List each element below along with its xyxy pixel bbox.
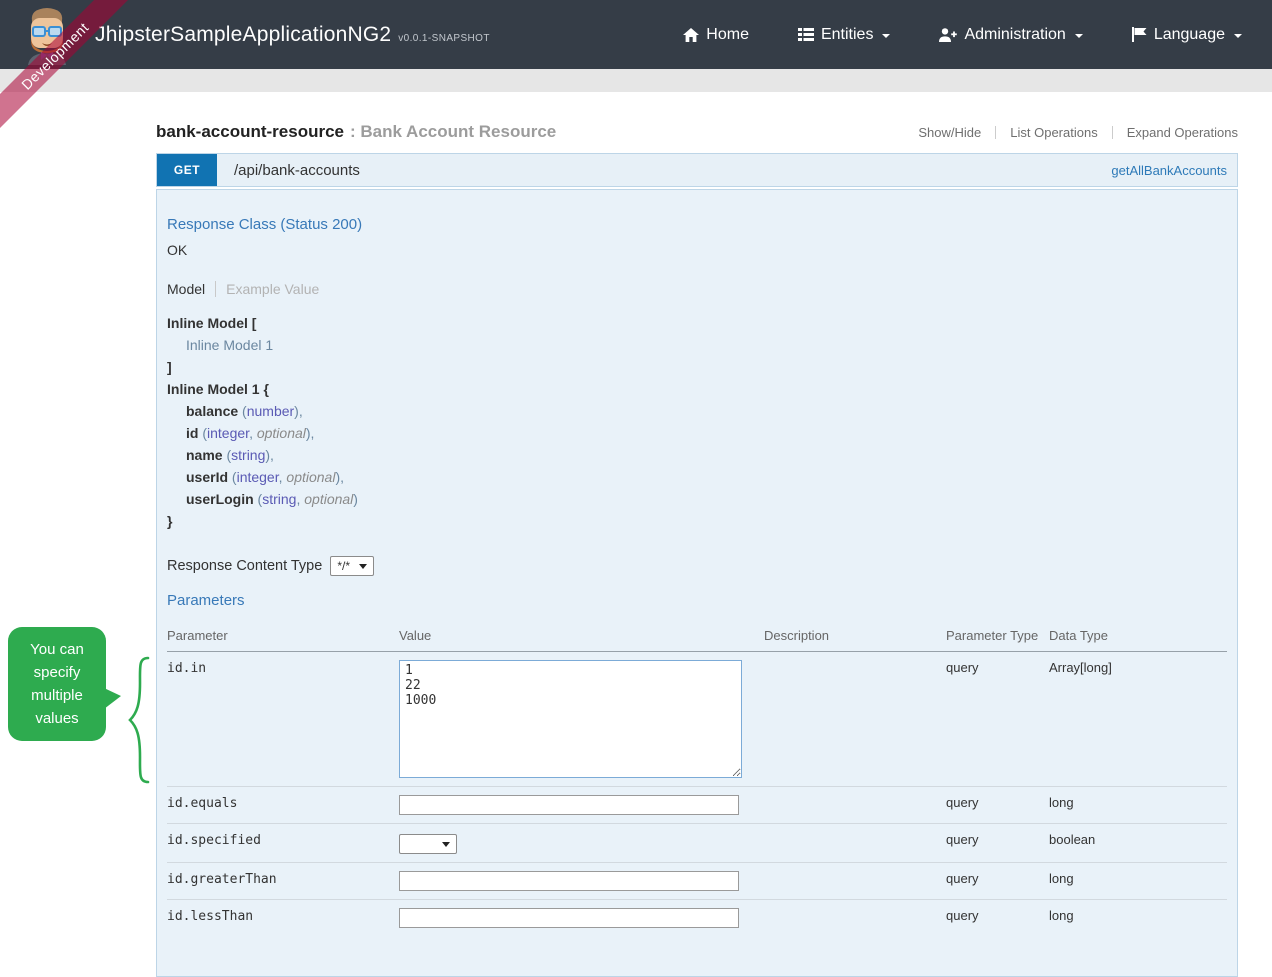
response-content-type-value: */* — [337, 559, 350, 573]
param-type: query — [946, 900, 1049, 937]
signature-tabs: Model Example Value — [167, 281, 1227, 297]
swagger-main: bank-account-resource : Bank Account Res… — [156, 122, 1238, 977]
top-navbar: JhipsterSampleApplicationNG2 v0.0.1-SNAP… — [0, 0, 1272, 69]
operation-nickname-link[interactable]: getAllBankAccounts — [1111, 163, 1227, 178]
resource-header: bank-account-resource : Bank Account Res… — [156, 122, 1238, 142]
chevron-down-icon — [442, 842, 450, 847]
response-content-type-select[interactable]: */* — [330, 556, 374, 576]
param-type: query — [946, 652, 1049, 787]
response-content-type-row: Response Content Type */* — [167, 556, 1227, 576]
response-class-heading: Response Class (Status 200) — [167, 216, 1227, 233]
param-description — [764, 900, 946, 937]
brand[interactable]: JhipsterSampleApplicationNG2 v0.0.1-SNAP… — [95, 23, 490, 47]
nav-item-label: Language — [1154, 26, 1225, 44]
nav-item-label: Administration — [964, 26, 1065, 44]
model-property: userLogin (string, optional) — [186, 488, 1227, 510]
nav-item-language[interactable]: Language — [1132, 26, 1242, 44]
param-description — [764, 824, 946, 863]
table-row: id.equals query long — [167, 787, 1227, 824]
home-icon — [683, 28, 699, 42]
param-name: id.equals — [167, 796, 237, 811]
divider — [215, 281, 216, 297]
param-data-type: long — [1049, 787, 1227, 824]
brand-version: v0.0.1-SNAPSHOT — [398, 33, 490, 44]
param-type: query — [946, 824, 1049, 863]
table-row: id.specified query boolean — [167, 824, 1227, 863]
param-name: id.lessThan — [167, 909, 253, 924]
chevron-down-icon — [882, 34, 890, 38]
model-array-item: Inline Model 1 — [186, 337, 273, 353]
parameters-table: Parameter Value Description Parameter Ty… — [167, 619, 1227, 936]
chevron-down-icon — [359, 564, 367, 569]
list-operations-link[interactable]: List Operations — [996, 125, 1111, 140]
model-object-open: Inline Model 1 { — [167, 381, 269, 397]
response-content-type-label: Response Content Type — [167, 558, 322, 574]
brand-title: JhipsterSampleApplicationNG2 — [95, 23, 391, 47]
nav-item-label: Home — [706, 26, 749, 44]
model-array-open: Inline Model [ — [167, 315, 256, 331]
param-description — [764, 787, 946, 824]
model-property: userId (integer, optional), — [186, 466, 1227, 488]
param-name: id.greaterThan — [167, 872, 277, 887]
col-parameter-type: Parameter Type — [946, 619, 1049, 652]
param-value-select[interactable] — [399, 834, 457, 854]
operation-path[interactable]: /api/bank-accounts — [234, 162, 360, 179]
col-parameter: Parameter — [167, 619, 399, 652]
operation-heading[interactable]: GET /api/bank-accounts getAllBankAccount… — [156, 153, 1238, 187]
model-array-close: ] — [167, 359, 172, 375]
col-description: Description — [764, 619, 946, 652]
nav-item-entities[interactable]: Entities — [798, 26, 890, 44]
model-signature: Inline Model [ Inline Model 1 ] Inline M… — [167, 312, 1227, 532]
parameters-header-row: Parameter Value Description Parameter Ty… — [167, 619, 1227, 652]
tab-example-value[interactable]: Example Value — [226, 281, 319, 297]
param-value-input[interactable] — [399, 908, 739, 928]
param-name: id.specified — [167, 833, 261, 848]
param-data-type: boolean — [1049, 824, 1227, 863]
param-value-input[interactable] — [399, 871, 739, 891]
expand-operations-link[interactable]: Expand Operations — [1113, 125, 1238, 140]
param-type: query — [946, 787, 1049, 824]
table-row: id.greaterThan query long — [167, 863, 1227, 900]
annotation-brace — [126, 655, 152, 790]
param-name: id.in — [167, 661, 206, 676]
operation-content: Response Class (Status 200) OK Model Exa… — [156, 189, 1238, 977]
param-value-input[interactable] — [399, 795, 739, 815]
param-description — [764, 863, 946, 900]
param-data-type: Array[long] — [1049, 652, 1227, 787]
chevron-down-icon — [1234, 34, 1242, 38]
chevron-down-icon — [1075, 34, 1083, 38]
param-description — [764, 652, 946, 787]
model-object-close: } — [167, 513, 172, 529]
nav-item-administration[interactable]: Administration — [939, 26, 1082, 44]
method-badge: GET — [157, 154, 217, 186]
model-property: name (string), — [186, 444, 1227, 466]
tab-model[interactable]: Model — [167, 281, 205, 297]
table-row: id.in 1 22 1000 query Array[long] — [167, 652, 1227, 787]
resource-actions: Show/Hide List Operations Expand Operati… — [904, 125, 1238, 140]
show-hide-link[interactable]: Show/Hide — [904, 125, 995, 140]
col-data-type: Data Type — [1049, 619, 1227, 652]
annotation-tooltip: You can specify multiple values — [8, 627, 106, 741]
param-value-textarea[interactable]: 1 22 1000 — [399, 660, 742, 778]
table-row: id.lessThan query long — [167, 900, 1227, 937]
subheader-strip — [0, 69, 1272, 92]
col-value: Value — [399, 619, 764, 652]
user-plus-icon — [939, 28, 957, 42]
model-property: balance (number), — [186, 400, 1227, 422]
param-data-type: long — [1049, 863, 1227, 900]
nav-item-label: Entities — [821, 26, 873, 44]
response-status-text: OK — [167, 242, 1227, 258]
nav-links: Home Entities Admini — [683, 26, 1242, 44]
resource-title: : Bank Account Resource — [350, 122, 556, 142]
list-icon — [798, 28, 814, 41]
param-type: query — [946, 863, 1049, 900]
flag-icon — [1132, 27, 1147, 42]
param-data-type: long — [1049, 900, 1227, 937]
resource-id: bank-account-resource — [156, 122, 344, 142]
nav-item-home[interactable]: Home — [683, 26, 749, 44]
parameters-heading: Parameters — [167, 592, 1227, 609]
model-property: id (integer, optional), — [186, 422, 1227, 444]
